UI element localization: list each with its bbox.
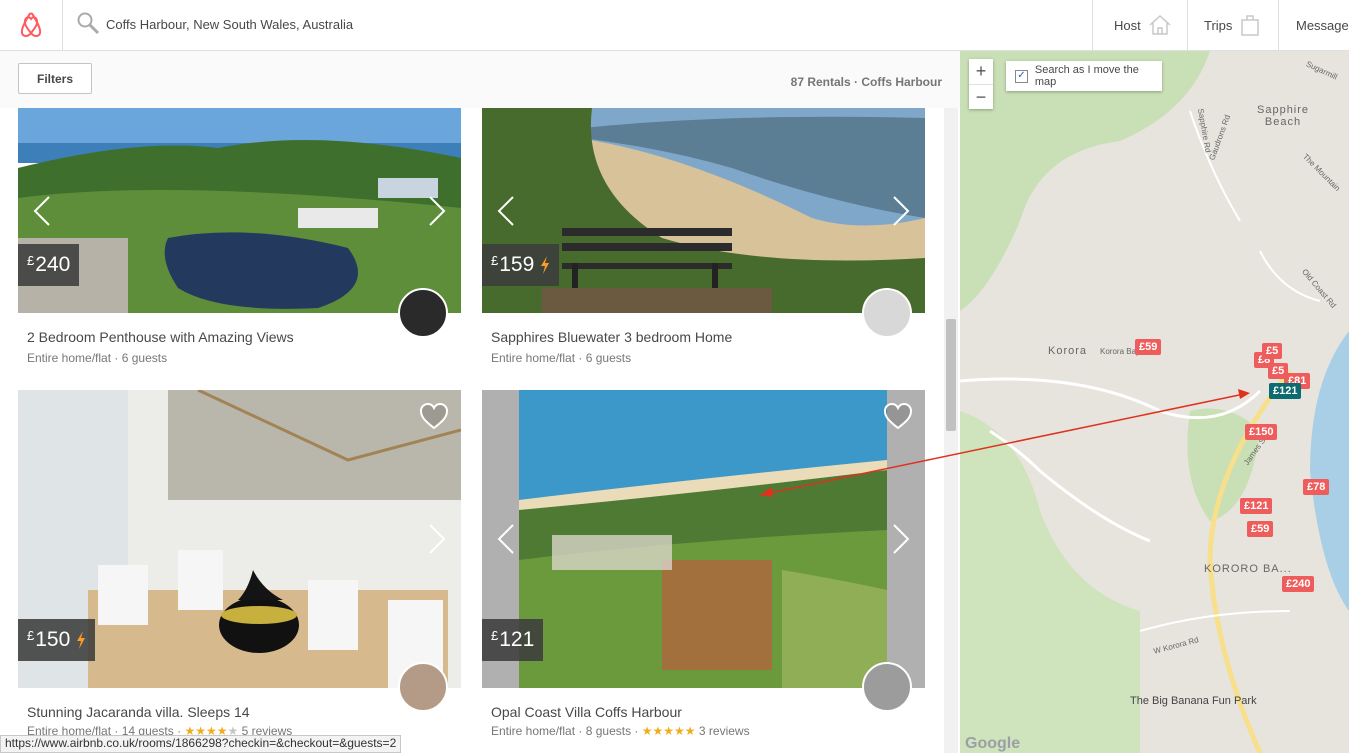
heart-icon[interactable] bbox=[883, 402, 913, 430]
host-avatar[interactable] bbox=[398, 288, 448, 338]
map-price-pin[interactable]: £240 bbox=[1282, 576, 1315, 592]
price-currency: £ bbox=[27, 628, 35, 643]
listing-card[interactable]: £ 150 Stunning Jacaranda villa. Sleeps 1… bbox=[18, 390, 461, 738]
listing-title[interactable]: 2 Bedroom Penthouse with Amazing Views bbox=[27, 329, 294, 345]
listing-type: Entire home/flat bbox=[491, 351, 576, 365]
listing-title[interactable]: Stunning Jacaranda villa. Sleeps 14 bbox=[27, 704, 250, 720]
price-currency: £ bbox=[491, 628, 499, 643]
nav-trips-label: Trips bbox=[1204, 17, 1233, 33]
listing-photo[interactable]: £ 121 bbox=[482, 390, 925, 688]
filters-button[interactable]: Filters bbox=[18, 63, 92, 94]
resort-golf-photo bbox=[18, 108, 461, 313]
suitcase-icon bbox=[1241, 15, 1260, 36]
google-logo: Google bbox=[965, 735, 1021, 752]
airbnb-logo-icon[interactable] bbox=[0, 0, 63, 50]
listing-guests: 8 guests bbox=[585, 724, 632, 738]
price-value: 150 bbox=[35, 628, 71, 651]
search-as-move-label: Search as I move the map bbox=[1034, 64, 1139, 88]
host-avatar[interactable] bbox=[862, 662, 912, 712]
zoom-out-button[interactable]: − bbox=[969, 84, 993, 110]
map-panel[interactable]: + − ✓ Search as I move the map Sapphire … bbox=[960, 51, 1349, 753]
listing-photo[interactable]: £ 150 bbox=[18, 390, 461, 688]
prev-photo-icon[interactable] bbox=[496, 523, 516, 555]
next-photo-icon[interactable] bbox=[891, 523, 911, 555]
map-label-korora: Korora bbox=[1048, 345, 1088, 357]
price-value: 240 bbox=[35, 253, 71, 276]
map-price-pin[interactable]: £78 bbox=[1303, 479, 1330, 495]
filter-bar: Filters 87 Rentals · Coffs Harbour bbox=[0, 51, 960, 108]
browser-status-url: https://www.airbnb.co.uk/rooms/1866298?c… bbox=[0, 735, 402, 753]
host-avatar[interactable] bbox=[862, 288, 912, 338]
map-price-pin[interactable]: £5 bbox=[1262, 343, 1283, 359]
listing-subtitle: Entire home/flat · 6 guests bbox=[491, 351, 632, 365]
rating-stars: ★★★★★ bbox=[641, 724, 696, 738]
next-photo-icon[interactable] bbox=[427, 523, 447, 555]
map-price-pin[interactable]: £150 bbox=[1245, 424, 1278, 440]
listing-card[interactable]: £ 121 Opal Coast Villa Coffs Harbour Ent… bbox=[482, 390, 925, 738]
price-badge: £ 159 bbox=[482, 244, 560, 286]
listing-card[interactable]: £ 240 2 Bedroom Penthouse with Amazing V… bbox=[18, 108, 461, 365]
nav-messages[interactable]: Messages bbox=[1278, 0, 1349, 50]
nav-host-label: Host bbox=[1114, 17, 1141, 33]
listing-subtitle: Entire home/flat · 6 guests bbox=[27, 351, 168, 365]
nav-host[interactable]: Host bbox=[1092, 0, 1188, 50]
scrollbar-thumb[interactable] bbox=[946, 319, 956, 431]
price-value: 159 bbox=[499, 253, 535, 276]
top-header: Host Trips Messages bbox=[0, 0, 1349, 51]
next-photo-icon[interactable] bbox=[891, 195, 911, 227]
price-badge: £ 150 bbox=[18, 619, 96, 661]
aerial-coast-photo bbox=[519, 390, 887, 688]
zoom-in-button[interactable]: + bbox=[969, 59, 993, 84]
house-icon bbox=[1149, 14, 1171, 35]
listing-type: Entire home/flat bbox=[27, 351, 112, 365]
listings-panel: Filters 87 Rentals · Coffs Harbour £ 240 bbox=[0, 51, 960, 753]
map-zoom-controls: + − bbox=[969, 59, 993, 109]
listing-photo[interactable]: £ 159 bbox=[482, 108, 925, 313]
nav-messages-label: Messages bbox=[1296, 17, 1349, 33]
listings-scrollbar[interactable] bbox=[944, 108, 958, 753]
next-photo-icon[interactable] bbox=[427, 195, 447, 227]
price-currency: £ bbox=[491, 253, 499, 268]
price-value: 121 bbox=[499, 628, 535, 651]
host-avatar[interactable] bbox=[398, 662, 448, 712]
listing-type: Entire home/flat bbox=[491, 724, 576, 738]
prev-photo-icon[interactable] bbox=[32, 195, 52, 227]
map-price-pin[interactable]: £59 bbox=[1247, 521, 1274, 537]
instant-book-icon bbox=[541, 256, 550, 274]
prev-photo-icon[interactable] bbox=[496, 195, 516, 227]
map-label-big-banana: The Big Banana Fun Park bbox=[1130, 695, 1257, 707]
listing-photo[interactable]: £ 240 bbox=[18, 108, 461, 313]
map-price-pin[interactable]: £121 bbox=[1240, 498, 1273, 514]
map-label-sapphire-beach: Sapphire Beach bbox=[1257, 104, 1310, 128]
search-icon bbox=[77, 12, 100, 35]
map-label-korora-bay: KORORO BA... bbox=[1204, 563, 1292, 575]
map-price-pin[interactable]: £59 bbox=[1135, 339, 1162, 355]
nav-trips[interactable]: Trips bbox=[1187, 0, 1279, 50]
rentals-count: 87 Rentals · Coffs Harbour bbox=[790, 75, 942, 89]
listing-guests: 6 guests bbox=[121, 351, 168, 365]
listing-reviews: 3 reviews bbox=[698, 724, 750, 738]
price-badge: £ 240 bbox=[18, 244, 80, 286]
instant-book-icon bbox=[77, 631, 86, 649]
listing-title[interactable]: Sapphires Bluewater 3 bedroom Home bbox=[491, 329, 732, 345]
price-badge: £ 121 bbox=[482, 619, 544, 661]
search-input[interactable] bbox=[104, 12, 1008, 36]
listing-card[interactable]: £ 159 Sapphires Bluewater 3 bedroom Home… bbox=[482, 108, 925, 365]
listing-guests: 6 guests bbox=[585, 351, 632, 365]
heart-icon[interactable] bbox=[419, 402, 449, 430]
listing-subtitle: Entire home/flat · 8 guests · ★★★★★ 3 re… bbox=[491, 724, 750, 738]
search-as-move-toggle[interactable]: ✓ Search as I move the map bbox=[1006, 61, 1162, 91]
location-search[interactable] bbox=[62, 0, 1092, 50]
search-as-move-checkbox[interactable]: ✓ bbox=[1015, 69, 1028, 83]
listing-title[interactable]: Opal Coast Villa Coffs Harbour bbox=[491, 704, 682, 720]
price-currency: £ bbox=[27, 253, 35, 268]
map-price-pin-selected[interactable]: £121 bbox=[1269, 383, 1302, 399]
